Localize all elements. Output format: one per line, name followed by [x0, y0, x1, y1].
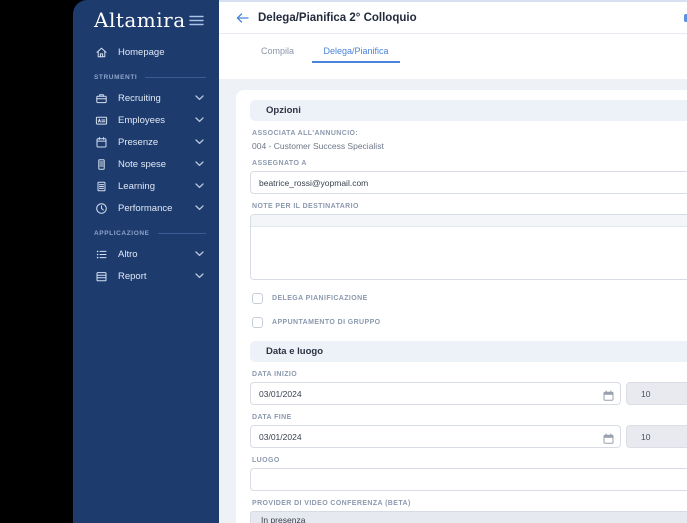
chevron-down-icon — [195, 93, 204, 104]
page-title: Delega/Pianifica 2° Colloquio — [258, 11, 417, 24]
sidebar-item-label: Presenze — [118, 136, 159, 148]
chevron-down-icon — [195, 115, 204, 126]
sidebar-item-label: Performance — [118, 202, 173, 214]
form-card: Opzioni ASSOCIATA ALL'ANNUNCIO: 004 - Cu… — [236, 90, 687, 523]
data-fine-label: DATA FINE — [252, 414, 292, 421]
sidebar-item-label: Report — [118, 270, 147, 282]
assegnato-a-label: ASSEGNATO A — [252, 160, 307, 167]
list-icon — [94, 248, 108, 261]
provider-video-label: PROVIDER DI VIDEO CONFERENZA (BETA) — [252, 500, 411, 507]
data-inizio-input[interactable] — [250, 382, 621, 405]
sidebar-section-applicazione: APPLICAZIONE — [73, 223, 219, 243]
book-icon — [94, 180, 108, 193]
calendar-picker-icon[interactable] — [603, 388, 614, 406]
sidebar-item-label: Note spese — [118, 158, 167, 170]
section-header-opzioni: Opzioni — [250, 100, 687, 121]
sidebar-item-label: Homepage — [118, 46, 165, 58]
ora-inizio-select[interactable]: 10 — [626, 382, 687, 405]
section-header-data-luogo: Data e luogo — [250, 341, 687, 362]
sidebar-nav: Homepage STRUMENTI Recruiting Employees Pres… — [73, 41, 219, 287]
sidebar-item-employees[interactable]: Employees — [73, 109, 219, 131]
assegnato-a-input[interactable] — [250, 171, 687, 194]
note-destinatario-editor[interactable] — [250, 214, 687, 280]
sidebar-item-presenze[interactable]: Presenze — [73, 131, 219, 153]
sidebar-item-label: Altro — [118, 248, 138, 260]
calendar-icon — [94, 136, 108, 149]
section-divider — [157, 232, 206, 234]
receipt-icon — [94, 158, 108, 171]
chevron-down-icon — [195, 137, 204, 148]
ora-fine-select[interactable]: 10 — [626, 425, 687, 448]
appuntamento-gruppo-label: APPUNTAMENTO DI GRUPPO — [272, 319, 381, 326]
sidebar-item-note-spese[interactable]: Note spese — [73, 153, 219, 175]
back-arrow-icon[interactable] — [236, 12, 249, 23]
provider-video-select[interactable]: In presenza — [250, 511, 687, 523]
tab-compila[interactable]: Compila — [250, 42, 305, 63]
section-divider — [145, 76, 206, 78]
sidebar-logo-row: Altamira — [73, 0, 219, 35]
briefcase-icon — [94, 92, 108, 105]
sidebar: Altamira Homepage STRUMENTI Recruiting Empl… — [73, 0, 219, 523]
editor-toolbar — [251, 215, 687, 227]
associata-annuncio-label: ASSOCIATA ALL'ANNUNCIO: — [252, 130, 359, 137]
main-panel: Delega/Pianifica 2° Colloquio Compila De… — [219, 0, 687, 523]
tab-delega-pianifica[interactable]: Delega/Pianifica — [312, 42, 400, 63]
calendar-picker-icon[interactable] — [603, 431, 614, 449]
chevron-down-icon — [195, 203, 204, 214]
sidebar-section-label: STRUMENTI — [94, 73, 138, 81]
sidebar-item-recruiting[interactable]: Recruiting — [73, 87, 219, 109]
chevron-down-icon — [195, 249, 204, 260]
appuntamento-gruppo-row: APPUNTAMENTO DI GRUPPO — [252, 317, 687, 328]
tab-bar: Compila Delega/Pianifica — [219, 34, 687, 79]
sidebar-item-homepage[interactable]: Homepage — [73, 41, 219, 63]
chevron-down-icon — [195, 159, 204, 170]
data-inizio-row: 10 — [250, 382, 687, 405]
data-inizio-label: DATA INIZIO — [252, 371, 298, 378]
chevron-down-icon — [195, 181, 204, 192]
appuntamento-gruppo-checkbox[interactable] — [252, 317, 263, 328]
home-icon — [94, 46, 108, 59]
delega-pianificazione-checkbox[interactable] — [252, 293, 263, 304]
sidebar-item-learning[interactable]: Learning — [73, 175, 219, 197]
data-fine-row: 10 — [250, 425, 687, 448]
app-logo: Altamira — [94, 8, 186, 32]
chevron-down-icon — [195, 271, 204, 282]
delega-pianificazione-row: DELEGA PIANIFICAZIONE — [252, 293, 687, 304]
sidebar-section-label: APPLICAZIONE — [94, 229, 150, 237]
sidebar-item-label: Recruiting — [118, 92, 161, 104]
note-destinatario-label: NOTE PER IL DESTINATARIO — [252, 203, 359, 210]
sidebar-item-performance[interactable]: Performance — [73, 197, 219, 219]
sidebar-item-label: Employees — [118, 114, 165, 126]
sidebar-item-label: Learning — [118, 180, 155, 192]
note-destinatario-textarea[interactable] — [251, 227, 687, 279]
luogo-label: LUOGO — [252, 457, 280, 464]
clock-icon — [94, 202, 108, 215]
delega-pianificazione-label: DELEGA PIANIFICAZIONE — [272, 295, 368, 302]
data-fine-input[interactable] — [250, 425, 621, 448]
sidebar-item-altro[interactable]: Altro — [73, 243, 219, 265]
sidebar-section-strumenti: STRUMENTI — [73, 67, 219, 87]
hamburger-menu-icon[interactable] — [189, 15, 204, 26]
page-header: Delega/Pianifica 2° Colloquio — [219, 2, 687, 34]
luogo-input[interactable] — [250, 468, 687, 491]
id-card-icon — [94, 114, 108, 127]
report-icon — [94, 270, 108, 283]
content-area: Opzioni ASSOCIATA ALL'ANNUNCIO: 004 - Cu… — [219, 80, 687, 523]
sidebar-item-report[interactable]: Report — [73, 265, 219, 287]
associata-annuncio-value: 004 - Customer Success Specialist — [252, 141, 384, 151]
